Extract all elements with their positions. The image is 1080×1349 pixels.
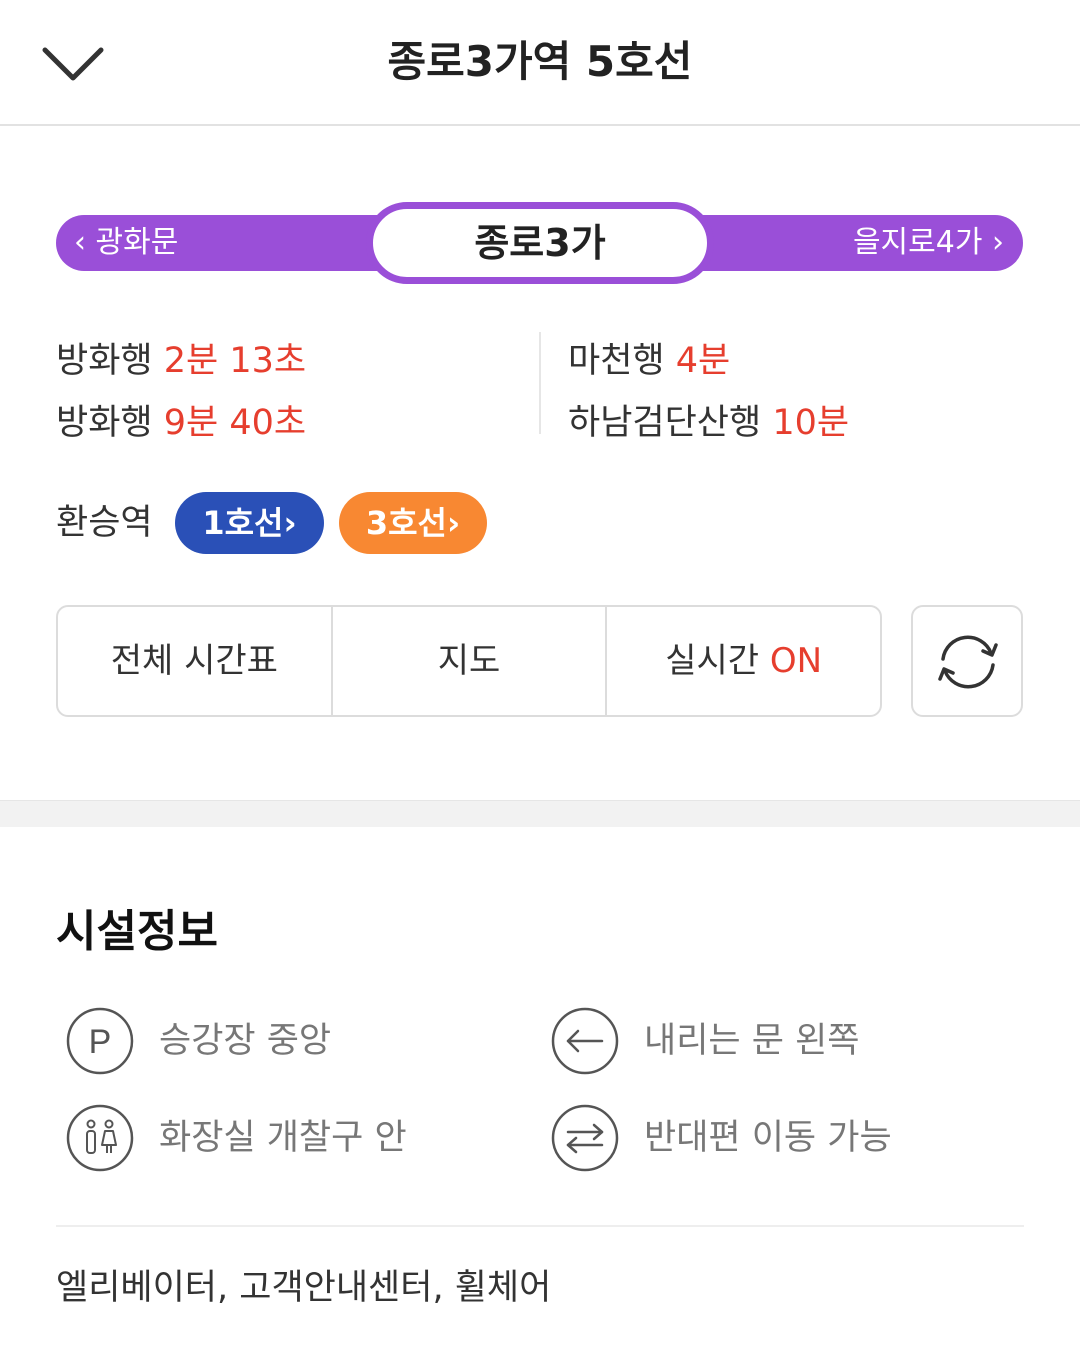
next-station-label: 을지로4가 bbox=[852, 225, 983, 260]
current-station: 종로3가 bbox=[366, 202, 714, 284]
arrivals-direction-left: 방화행 2분 13초 방화행 9분 40초 bbox=[56, 330, 306, 454]
arrival-destination: 마천행 bbox=[568, 341, 665, 381]
facility-label: 화장실 개찰구 안 bbox=[159, 1118, 407, 1158]
page-title: 종로3가역 5호선 bbox=[387, 37, 693, 86]
facility-label: 내리는 문 왼쪽 bbox=[644, 1021, 860, 1061]
header-bar: 종로3가역 5호선 bbox=[0, 0, 1080, 126]
svg-text:P: P bbox=[89, 1023, 112, 1061]
realtime-state: ON bbox=[769, 641, 823, 681]
arrival-time: 9분 40초 bbox=[163, 403, 307, 443]
transfer-line-label: 1호선 bbox=[202, 504, 284, 542]
chevron-right-icon: › bbox=[283, 504, 297, 542]
transfer-line-3-button[interactable]: 3호선› bbox=[339, 492, 487, 554]
refresh-button[interactable] bbox=[911, 605, 1023, 717]
parking-icon: P bbox=[66, 1007, 134, 1075]
arrival-row: 방화행 9분 40초 bbox=[56, 392, 306, 454]
facility-title: 시설정보 bbox=[56, 906, 218, 957]
transfer-label: 환승역 bbox=[56, 503, 153, 543]
timetable-button[interactable]: 전체 시간표 bbox=[58, 607, 331, 715]
action-button-group: 전체 시간표 지도 실시간 ON bbox=[56, 605, 882, 717]
transfer-line-label: 3호선 bbox=[365, 504, 447, 542]
facility-extras: 엘리베이터, 고객안내센터, 휠체어 bbox=[56, 1268, 552, 1308]
facility-label: 승강장 중앙 bbox=[159, 1021, 332, 1061]
transfer-line-1-button[interactable]: 1호선› bbox=[175, 492, 324, 554]
arrival-row: 하남검단산행 10분 bbox=[568, 392, 849, 454]
swap-arrows-icon bbox=[551, 1104, 619, 1172]
arrival-destination: 방화행 bbox=[56, 341, 153, 381]
restroom-icon bbox=[66, 1104, 134, 1172]
arrival-row: 방화행 2분 13초 bbox=[56, 330, 306, 392]
prev-station-label: 광화문 bbox=[95, 225, 179, 260]
chevron-left-icon: ‹ bbox=[74, 225, 86, 260]
facility-label: 반대편 이동 가능 bbox=[644, 1118, 892, 1158]
arrival-time: 4분 bbox=[675, 341, 731, 381]
prev-station-button[interactable]: ‹ 광화문 bbox=[74, 215, 178, 271]
arrival-time: 10분 bbox=[772, 403, 850, 443]
next-station-button[interactable]: 을지로4가 › bbox=[853, 215, 1004, 271]
realtime-button[interactable]: 실시간 ON bbox=[605, 607, 880, 715]
arrival-destination: 하남검단산행 bbox=[568, 403, 762, 443]
chevron-right-icon: › bbox=[992, 225, 1004, 260]
section-divider bbox=[0, 800, 1080, 827]
arrival-row: 마천행 4분 bbox=[568, 330, 849, 392]
map-button[interactable]: 지도 bbox=[330, 607, 606, 715]
arrivals-direction-right: 마천행 4분 하남검단산행 10분 bbox=[568, 330, 849, 454]
realtime-label: 실시간 bbox=[665, 641, 760, 681]
facility-divider bbox=[56, 1225, 1024, 1227]
arrow-left-icon bbox=[551, 1007, 619, 1075]
arrival-divider bbox=[539, 332, 541, 434]
refresh-icon bbox=[938, 635, 998, 689]
arrival-destination: 방화행 bbox=[56, 403, 153, 443]
arrival-time: 2분 13초 bbox=[163, 341, 307, 381]
chevron-right-icon: › bbox=[446, 504, 461, 542]
